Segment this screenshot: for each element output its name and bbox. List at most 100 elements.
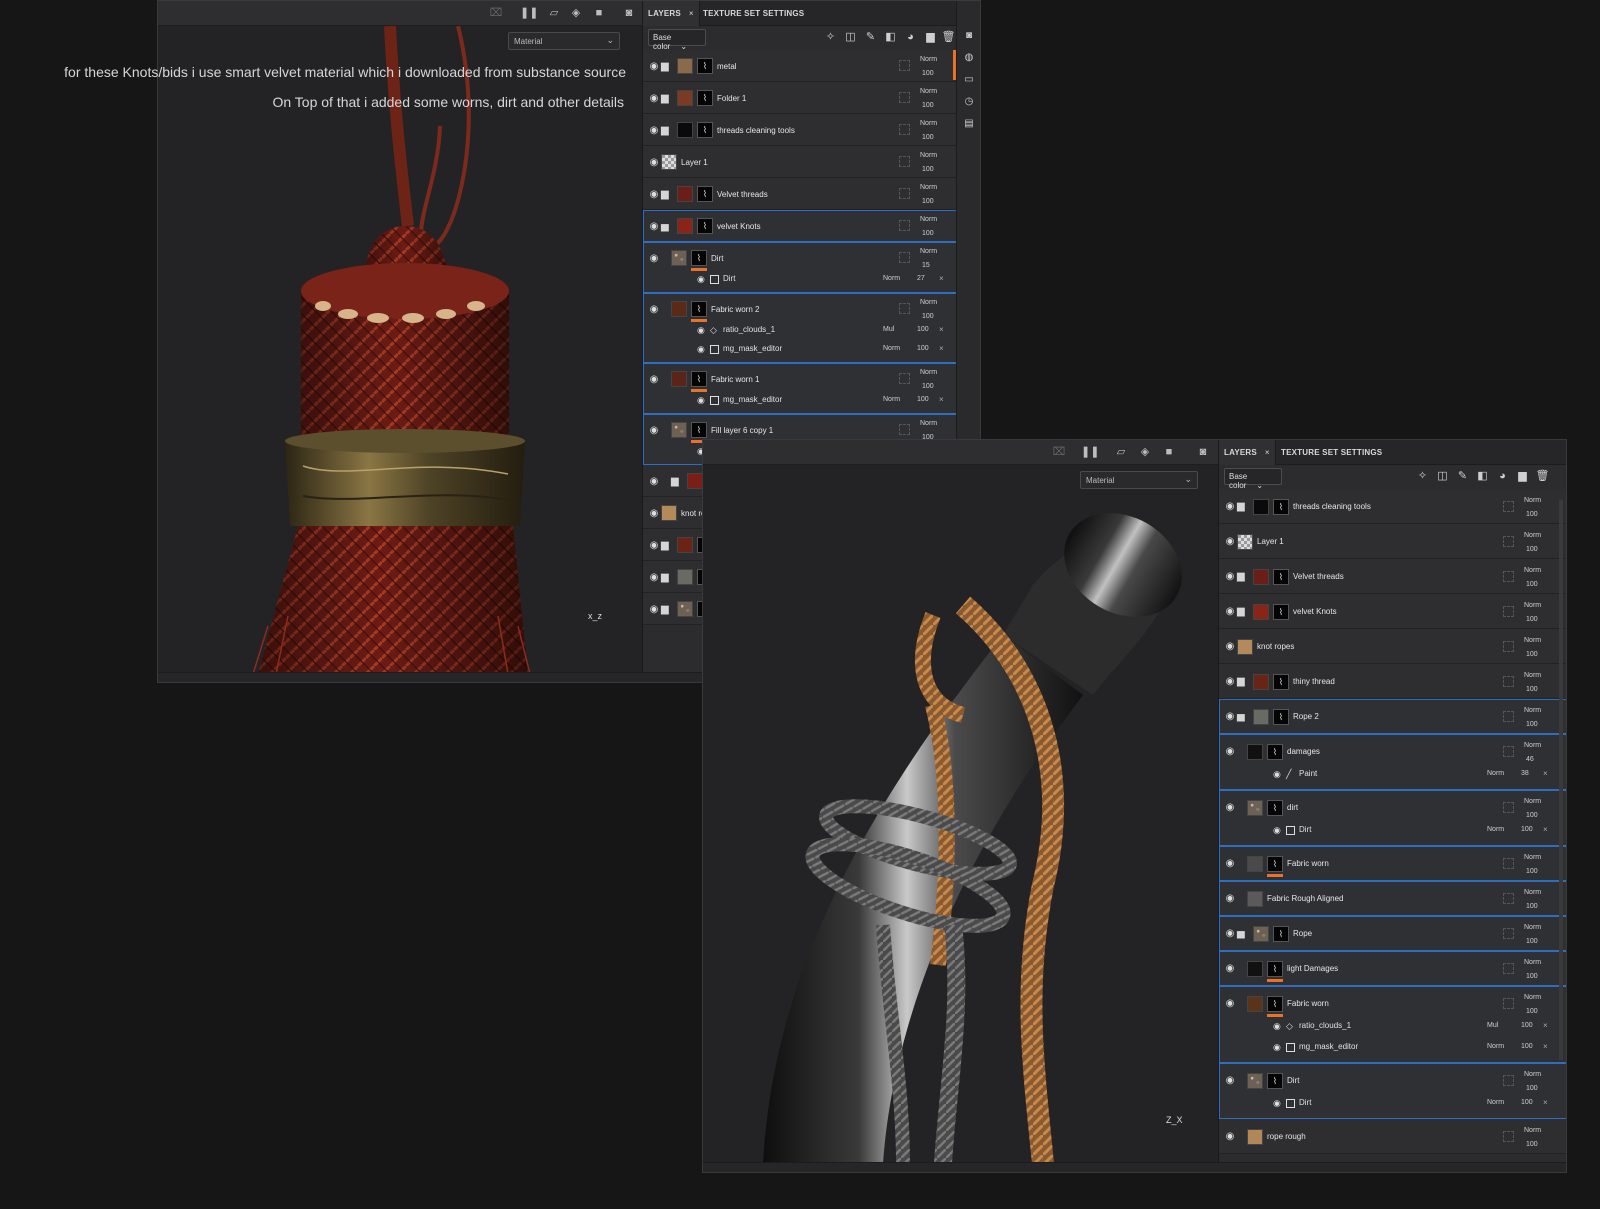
layer-row[interactable]: ◉ knot ropes Norm 100 xyxy=(1219,629,1566,664)
mask-icon[interactable]: ◫ xyxy=(1435,469,1450,484)
opacity-value[interactable]: 100 xyxy=(1526,1008,1538,1015)
layer-checkbox[interactable] xyxy=(1503,1074,1514,1086)
mask-thumbnail[interactable]: ⌇ xyxy=(1273,673,1289,690)
layer-checkbox[interactable] xyxy=(1503,605,1514,617)
remove-effect-icon[interactable]: × xyxy=(939,274,944,283)
effect-row[interactable]: ◉ mg_mask_editor Norm 100 × xyxy=(643,340,957,359)
folder-icon[interactable]: ▆ xyxy=(661,540,673,551)
layer-row[interactable]: ◉ ▅ ⌇ Rope 2 Norm 100 xyxy=(1219,699,1566,734)
mask-thumbnail[interactable]: ⌇ xyxy=(1273,603,1289,620)
effect-blend[interactable]: Norm xyxy=(883,396,900,403)
visibility-eye-icon[interactable]: ◉ xyxy=(1224,999,1236,1009)
blend-mode-select[interactable]: Norm xyxy=(1524,798,1541,805)
effect-row[interactable]: ◉ mg_mask_editor Norm 100 × xyxy=(1219,1038,1566,1057)
viewport-3d[interactable]: Material ⌄ x_z xyxy=(158,25,642,675)
layer-row[interactable]: ◉ ▆ ⌇ Velvet threads Norm 100 xyxy=(1219,559,1566,594)
layer-row[interactable]: ◉ ▆ ⌇ metal Norm 100 xyxy=(643,50,957,82)
mask-thumbnail[interactable]: ⌇ xyxy=(1267,743,1283,760)
mask-thumbnail[interactable]: ⌇ xyxy=(697,122,713,138)
blend-mode-select[interactable]: Norm xyxy=(920,248,937,255)
mask-thumbnail[interactable]: ⌇ xyxy=(1267,1072,1283,1089)
tab-texture-set-settings[interactable]: TEXTURE SET SETTINGS xyxy=(703,1,804,26)
opacity-value[interactable]: 100 xyxy=(1526,1085,1538,1092)
folder-icon[interactable]: ▆ xyxy=(661,61,673,72)
visibility-eye-icon[interactable]: ◉ xyxy=(1273,825,1281,836)
mask-thumbnail[interactable]: ⌇ xyxy=(1267,995,1283,1012)
globe-icon[interactable]: ◍ xyxy=(962,51,976,65)
opacity-value[interactable]: 46 xyxy=(1526,756,1534,763)
layer-row[interactable]: ◉ ▆ ⌇ Folder 1 Norm 100 xyxy=(643,82,957,114)
blend-mode-select[interactable]: Norm xyxy=(1524,672,1541,679)
opacity-value[interactable]: 100 xyxy=(1526,1141,1538,1148)
visibility-eye-icon[interactable]: ◉ xyxy=(1224,712,1236,722)
folder-open-icon[interactable]: ▅ xyxy=(661,221,673,232)
tab-layers[interactable]: LAYERS × xyxy=(1219,440,1276,465)
blend-mode-select[interactable]: Norm xyxy=(1524,1127,1541,1134)
mask-icon[interactable]: ◫ xyxy=(843,30,858,45)
hide-icon[interactable]: ⌧ xyxy=(1051,445,1067,459)
effect-blend[interactable]: Norm xyxy=(883,275,900,282)
layer-checkbox[interactable] xyxy=(899,92,910,103)
layer-row[interactable]: ◉ ⌇ Fabric worn 2 Norm 100 ◉ ◇ ratio_clouds_1 Mu… xyxy=(643,293,957,363)
paint-layer-icon[interactable]: ✎ xyxy=(1455,469,1470,484)
layer-checkbox[interactable] xyxy=(1503,997,1514,1009)
visibility-eye-icon[interactable]: ◉ xyxy=(1224,894,1236,904)
opacity-value[interactable]: 100 xyxy=(1526,973,1538,980)
mask-thumbnail[interactable]: ⌇ xyxy=(697,90,713,106)
layer-row[interactable]: ◉ ⌇ damages Norm 46 ◉ ╱ Paint Norm 38 × xyxy=(1219,734,1566,790)
blend-mode-select[interactable]: Norm xyxy=(920,120,937,127)
visibility-eye-icon[interactable]: ◉ xyxy=(648,125,660,135)
fill-layer-icon[interactable]: ◧ xyxy=(1475,469,1490,484)
blend-mode-select[interactable]: Norm xyxy=(920,88,937,95)
visibility-eye-icon[interactable]: ◉ xyxy=(1224,642,1236,652)
smart-material-icon[interactable]: ◕ xyxy=(1495,469,1510,484)
visibility-eye-icon[interactable]: ◉ xyxy=(697,274,705,285)
layer-row[interactable]: ◉ ▆ ⌇ velvet Knots Norm 100 xyxy=(1219,594,1566,629)
screenshot-icon[interactable]: ◙ xyxy=(621,6,637,20)
layer-row[interactable]: ◉ Layer 1 Norm 100 xyxy=(643,146,957,178)
visibility-eye-icon[interactable]: ◉ xyxy=(1273,769,1281,780)
camera-mode-icon[interactable]: ▱ xyxy=(1113,445,1129,459)
effect-row[interactable]: ◉ Dirt Norm 27 × xyxy=(643,270,957,289)
fill-layer-icon[interactable]: ◧ xyxy=(883,30,898,45)
effect-blend[interactable]: Mul xyxy=(883,326,894,333)
layer-row[interactable]: ◉ ▆ ⌇ Velvet threads Norm 100 xyxy=(643,178,957,210)
camera-mode-icon[interactable]: ▱ xyxy=(546,6,562,20)
opacity-value[interactable]: 100 xyxy=(1526,581,1538,588)
opacity-value[interactable]: 100 xyxy=(1526,812,1538,819)
opacity-value[interactable]: 100 xyxy=(1526,511,1538,518)
layer-checkbox[interactable] xyxy=(899,303,910,314)
opacity-value[interactable]: 15 xyxy=(922,262,930,269)
trash-icon[interactable]: 🗑 xyxy=(941,30,956,45)
layer-checkbox[interactable] xyxy=(1503,927,1514,939)
layer-row[interactable]: ◉ ▅ ⌇ Rope Norm 100 xyxy=(1219,916,1566,951)
opacity-value[interactable]: 100 xyxy=(922,230,934,237)
folder-icon[interactable]: ▆ xyxy=(661,125,673,136)
folder-icon[interactable]: ▆ xyxy=(671,476,683,487)
mask-thumbnail[interactable]: ⌇ xyxy=(1267,799,1283,816)
blend-mode-select[interactable]: Norm xyxy=(920,369,937,376)
visibility-eye-icon[interactable]: ◉ xyxy=(1224,929,1236,939)
remove-effect-icon[interactable]: × xyxy=(939,395,944,404)
visibility-eye-icon[interactable]: ◉ xyxy=(1224,537,1236,547)
blend-mode-select[interactable]: Norm xyxy=(1524,567,1541,574)
scrollbar[interactable] xyxy=(1559,500,1563,1060)
visibility-eye-icon[interactable]: ◉ xyxy=(648,61,660,71)
effect-opacity[interactable]: 100 xyxy=(917,396,929,403)
visibility-eye-icon[interactable]: ◉ xyxy=(648,604,660,614)
effect-opacity[interactable]: 100 xyxy=(917,326,929,333)
remove-effect-icon[interactable]: × xyxy=(1543,825,1548,834)
layer-checkbox[interactable] xyxy=(1503,640,1514,652)
folder-icon[interactable]: ▆ xyxy=(1237,607,1249,617)
layer-row[interactable]: ◉ ▅ ⌇ velvet Knots Norm 100 xyxy=(643,210,957,242)
layer-checkbox[interactable] xyxy=(899,60,910,71)
blend-mode-select[interactable]: Norm xyxy=(1524,532,1541,539)
paint-layer-icon[interactable]: ✎ xyxy=(863,30,878,45)
effect-opacity[interactable]: 100 xyxy=(1521,826,1533,833)
close-icon[interactable]: × xyxy=(689,9,694,18)
remove-effect-icon[interactable]: × xyxy=(939,325,944,334)
layer-checkbox[interactable] xyxy=(1503,570,1514,582)
mask-thumbnail[interactable]: ⌇ xyxy=(1273,925,1289,942)
blend-mode-select[interactable]: Norm xyxy=(920,299,937,306)
blend-mode-select[interactable]: Norm xyxy=(920,216,937,223)
